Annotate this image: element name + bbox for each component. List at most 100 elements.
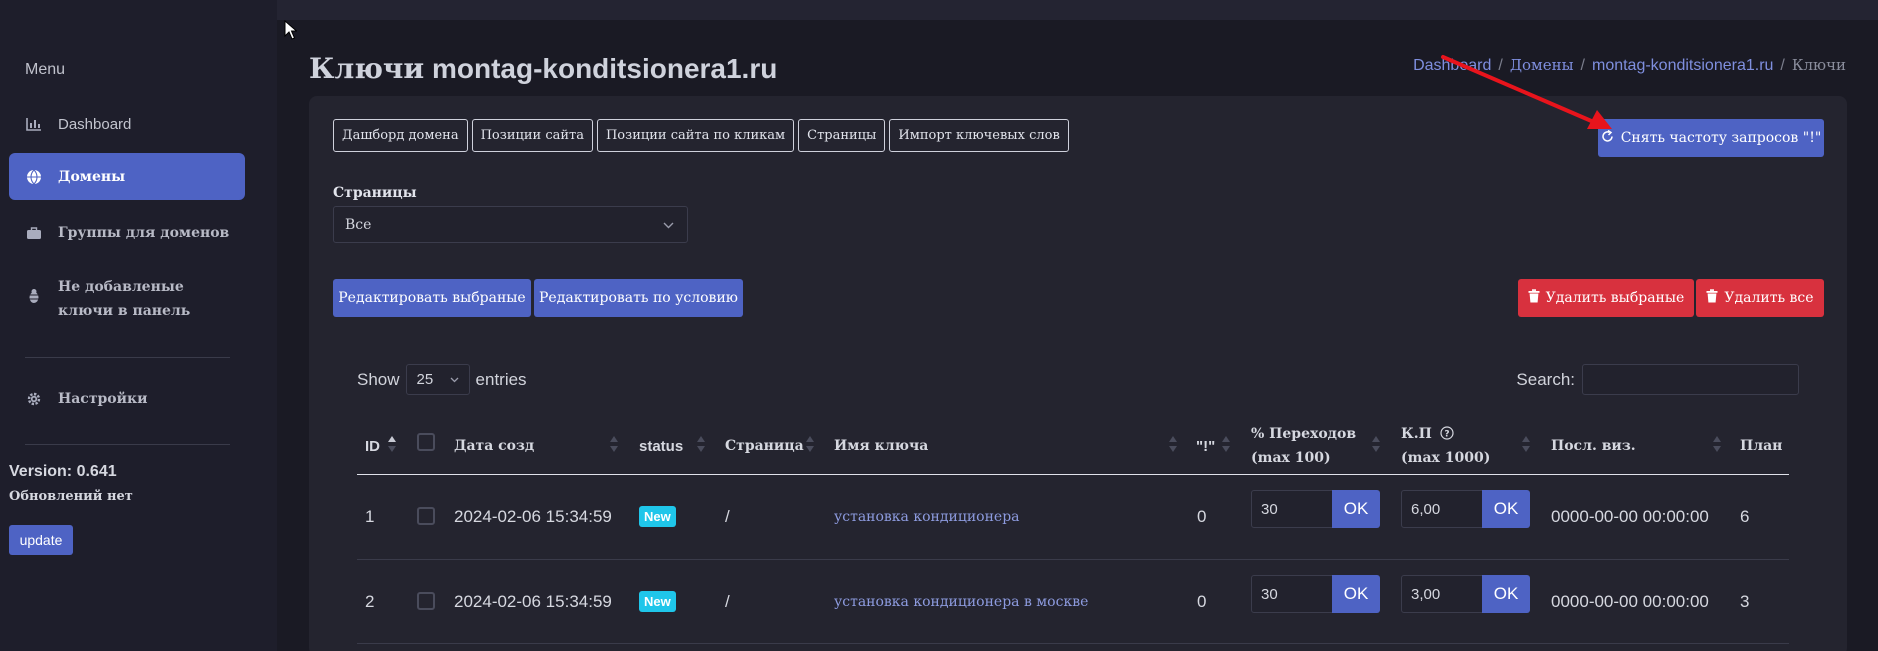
search-input[interactable] [1582,364,1799,395]
entries-select[interactable]: 25 [405,364,470,395]
delete-selected-button[interactable]: Удалить выбраные [1518,279,1694,317]
cell-page: / [725,592,730,611]
sidebar-item-missing-keys[interactable]: Не добавленые ключи в панель [9,275,245,325]
kp-input[interactable]: 3,00 [1401,575,1483,613]
column-header-id[interactable]: ID [365,417,380,475]
kp-ok-button[interactable]: OK [1482,490,1530,528]
column-header-plan[interactable]: План [1740,417,1782,475]
breadcrumb: Dashboard / Домены / montag-konditsionera1.r… [1413,56,1846,75]
cell-exclamation: 0 [1197,507,1207,526]
sort-icon [806,436,814,452]
cell-plan: 6 [1740,507,1750,526]
chart-bar-icon [25,115,43,133]
sidebar-item-domain-groups[interactable]: Группы для доменов [9,220,245,246]
show-label: Show [357,369,400,389]
transitions-ok-button[interactable]: OK [1332,575,1380,613]
page-title-prefix: Ключи [309,52,425,85]
sort-icon [1713,436,1721,452]
update-button[interactable]: update [9,525,73,555]
row-checkbox[interactable] [417,592,435,610]
kp-input[interactable]: 6,00 [1401,490,1483,528]
sidebar-item-label: Не добавленые ключи в панель [58,279,191,319]
row-divider [357,559,1789,560]
cell-date: 2024-02-06 15:34:59 [454,507,612,526]
sidebar-item-label: Настройки [58,391,148,407]
sort-icon [1222,436,1230,452]
sidebar: Menu Dashboard Домены Группы для доменов… [0,0,277,651]
tab-site-positions[interactable]: Позиции сайта [471,119,593,152]
cell-date: 2024-02-06 15:34:59 [454,592,612,611]
keyword-link[interactable]: установка кондиционера в москве [834,594,1088,610]
column-header-status[interactable]: status [639,417,683,475]
status-badge: New [639,591,676,612]
sort-icon [1169,436,1177,452]
delete-all-button[interactable]: Удалить все [1696,279,1824,317]
column-header-exclamation[interactable]: "!" [1196,417,1215,475]
entries-length-control: Show 25 entries [357,364,527,395]
breadcrumb-separator: / [1580,57,1585,74]
keyword-link[interactable]: установка кондиционера [834,509,1020,525]
pages-filter-label: Страницы [333,185,417,201]
breadcrumb-separator: / [1498,57,1503,74]
column-header-page[interactable]: Страница [725,417,804,475]
kp-ok-button[interactable]: OK [1482,575,1530,613]
entries-label: entries [475,369,527,389]
sort-asc-icon [388,436,396,452]
sort-icon [610,436,618,452]
tab-positions-by-clicks[interactable]: Позиции сайта по кликам [596,119,795,152]
sidebar-item-label: Домены [58,168,126,185]
edit-selected-button[interactable]: Редактировать выбраные [333,279,531,317]
breadcrumb-dashboard[interactable]: Dashboard [1413,57,1491,74]
sort-icon [697,436,705,452]
sort-icon [1522,436,1530,452]
column-header-key[interactable]: Имя ключа [834,417,928,475]
chevron-down-icon [663,217,674,233]
tab-pages[interactable]: Страницы [798,119,886,152]
row-checkbox[interactable] [417,507,435,525]
cell-last-visit: 0000-00-00 00:00:00 [1551,507,1709,526]
breadcrumb-domains[interactable]: Домены [1510,56,1574,74]
entries-value: 25 [416,371,434,388]
breadcrumb-domain[interactable]: montag-konditsionera1.ru [1592,57,1773,74]
sidebar-divider [25,444,230,445]
top-bar [277,0,1878,20]
table-header-divider [357,474,1789,475]
menu-heading: Menu [25,61,66,78]
table-search: Search: [1516,364,1799,395]
cell-id: 2 [365,592,375,611]
search-label: Search: [1516,369,1575,389]
sidebar-item-dashboard[interactable]: Dashboard [9,111,245,137]
bug-icon [25,287,43,305]
breadcrumb-separator: / [1780,57,1785,74]
transitions-input[interactable]: 30 [1251,490,1333,528]
tab-import-keywords[interactable]: Импорт ключевых слов [889,119,1069,152]
gear-icon [25,390,43,408]
delete-selected-label: Удалить выбраные [1545,290,1685,306]
pages-filter-value: Все [345,216,372,233]
trash-icon [1706,289,1718,307]
sidebar-item-label: Группы для доменов [58,225,230,241]
column-header-date[interactable]: Дата созд [454,417,534,475]
update-status: Обновлений нет [9,489,133,504]
transitions-ok-button[interactable]: OK [1332,490,1380,528]
sidebar-item-label: Dashboard [58,115,132,133]
refresh-icon [1601,129,1614,147]
column-header-last-visit[interactable]: Посл. виз. [1551,417,1636,475]
sidebar-item-settings[interactable]: Настройки [9,386,245,412]
delete-all-label: Удалить все [1724,290,1814,306]
get-query-frequency-label: Снять частоту запросов "!" [1620,130,1822,146]
sort-icon [1372,436,1380,452]
cell-plan: 3 [1740,592,1750,611]
edit-by-condition-button[interactable]: Редактировать по условию [534,279,743,317]
column-header-kp[interactable]: К.П ? (max 1000) [1401,417,1490,475]
get-query-frequency-button[interactable]: Снять частоту запросов "!" [1598,119,1824,157]
sidebar-item-domains[interactable]: Домены [9,153,245,200]
tab-domain-dashboard[interactable]: Дашборд домена [333,119,468,152]
trash-icon [1528,289,1540,307]
help-icon[interactable]: ? [1440,426,1454,440]
cell-last-visit: 0000-00-00 00:00:00 [1551,592,1709,611]
column-header-transitions[interactable]: % Переходов (max 100) [1251,417,1356,475]
pages-filter-select[interactable]: Все [333,206,688,243]
select-all-checkbox[interactable] [417,433,435,451]
transitions-input[interactable]: 30 [1251,575,1333,613]
